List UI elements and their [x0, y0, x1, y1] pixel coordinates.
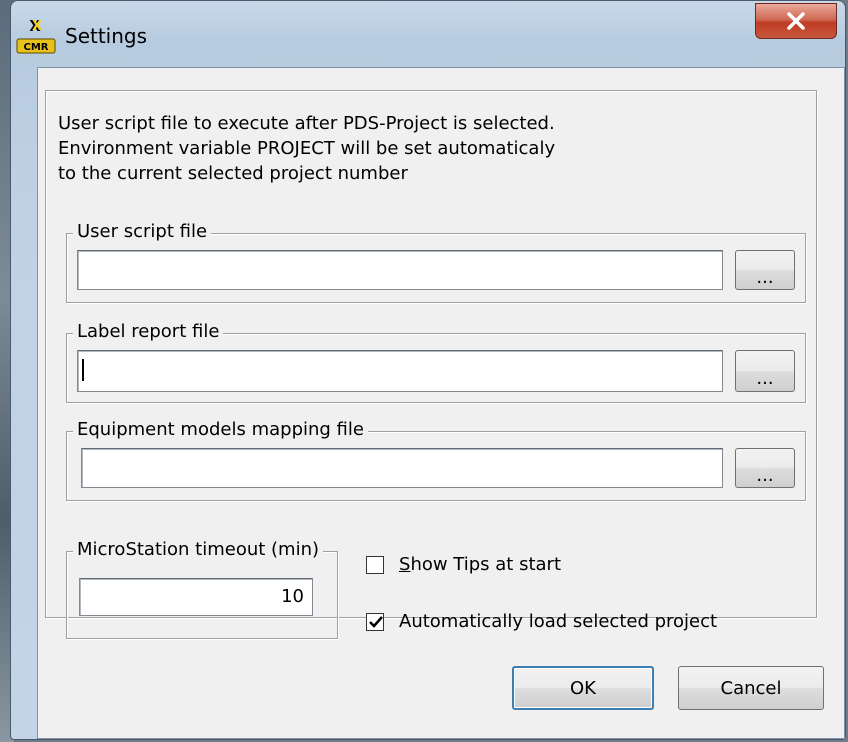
label-report-input[interactable]	[77, 350, 723, 392]
show-tips-label: Show Tips at start	[399, 554, 561, 575]
user-script-label: User script file	[73, 221, 212, 242]
timeout-group: MicroStation timeout (min) 10	[66, 539, 338, 639]
ok-button[interactable]: OK	[512, 666, 654, 710]
description-line-1: User script file to execute after PDS-Pr…	[58, 113, 555, 134]
description-line-2: Environment variable PROJECT will be set…	[58, 138, 556, 159]
show-tips-accesskey: S	[399, 554, 411, 575]
cancel-button[interactable]: Cancel	[678, 666, 824, 710]
user-script-input[interactable]	[77, 250, 723, 290]
dialog-client-area: User script file to execute after PDS-Pr…	[37, 67, 845, 739]
auto-load-option[interactable]: Automatically load selected project	[366, 611, 717, 632]
svg-text:CMR: CMR	[24, 42, 49, 53]
close-icon	[787, 12, 805, 30]
timeout-input[interactable]: 10	[79, 578, 313, 616]
description-line-3: to the current selected project number	[58, 163, 408, 184]
user-script-group: User script file ...	[66, 221, 806, 303]
text-caret	[82, 359, 84, 381]
settings-dialog: X X CMR Settings User script file to exe…	[10, 0, 846, 740]
title-bar[interactable]: X X CMR Settings	[11, 1, 845, 67]
checkmark-icon	[369, 615, 383, 628]
equipment-mapping-browse-button[interactable]: ...	[735, 448, 795, 488]
label-report-browse-button[interactable]: ...	[735, 350, 795, 392]
show-tips-label-text: how Tips at start	[410, 554, 562, 575]
show-tips-checkbox[interactable]	[366, 555, 384, 574]
equipment-mapping-group: Equipment models mapping file ...	[66, 419, 806, 501]
auto-load-label: Automatically load selected project	[399, 611, 718, 632]
equipment-mapping-input[interactable]	[81, 448, 723, 488]
window-title: Settings	[65, 24, 148, 48]
svg-text:X: X	[32, 19, 42, 34]
user-script-browse-button[interactable]: ...	[735, 250, 795, 290]
label-report-group: Label report file ...	[66, 321, 806, 403]
equipment-mapping-label: Equipment models mapping file	[73, 419, 368, 440]
close-button[interactable]	[755, 3, 837, 39]
label-report-label: Label report file	[73, 321, 224, 342]
app-icon: X X CMR	[16, 17, 56, 54]
settings-group-frame: User script file to execute after PDS-Pr…	[45, 90, 817, 639]
timeout-label: MicroStation timeout (min)	[73, 539, 324, 560]
show-tips-option[interactable]: Show Tips at start	[366, 554, 561, 575]
auto-load-checkbox[interactable]	[366, 612, 384, 631]
